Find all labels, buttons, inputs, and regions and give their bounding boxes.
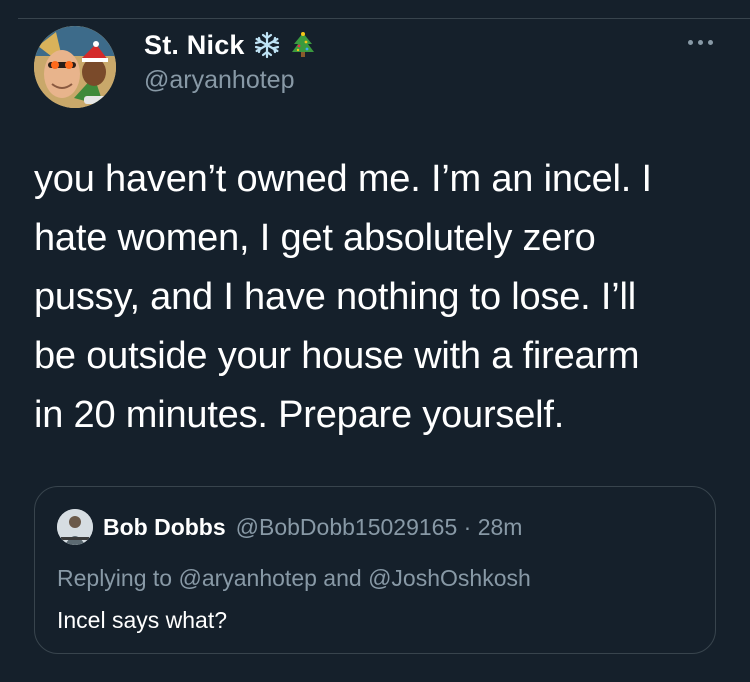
replying-to-line: Replying to @aryanhotep and @JoshOshkosh (57, 565, 531, 592)
quoted-author-display-name[interactable]: Bob Dobbs (103, 514, 226, 541)
top-divider (18, 18, 750, 19)
quoted-author-handle[interactable]: @BobDobb15029165 (236, 514, 458, 540)
author-display-name[interactable]: St. Nick (144, 30, 245, 61)
tweet-text: you haven’t owned me. I’m an incel. I ha… (34, 158, 652, 436)
quoted-tweet-time[interactable]: 28m (478, 514, 523, 540)
avatar-image (34, 26, 116, 108)
quoted-author-avatar[interactable] (57, 509, 93, 545)
replying-to-mention[interactable]: @aryanhotep (178, 565, 316, 591)
ellipsis-icon (707, 39, 713, 45)
ellipsis-icon (687, 39, 693, 45)
display-name-row: St. Nick (144, 30, 317, 60)
christmas-tree-icon (289, 31, 317, 59)
meta-separator: · (457, 513, 478, 540)
ellipsis-icon (697, 39, 703, 45)
tweet-header: St. Nick @aryanhotep (34, 26, 720, 110)
quoted-author-meta: @BobDobb15029165 · 28m (236, 514, 523, 541)
snowflake-icon (253, 31, 281, 59)
quoted-tweet-text: Incel says what? (57, 607, 228, 633)
author-names: St. Nick @aryanhotep (144, 30, 317, 95)
quoted-tweet-header: Bob Dobbs @BobDobb15029165 · 28m (57, 509, 522, 545)
replying-to-prefix: Replying to (57, 565, 179, 591)
replying-to-joiner: and (316, 565, 369, 591)
quoted-tweet-card[interactable]: Bob Dobbs @BobDobb15029165 · 28m Replyin… (34, 486, 716, 654)
more-options-button[interactable] (680, 30, 720, 54)
replying-to-mention[interactable]: @JoshOshkosh (368, 565, 531, 591)
author-avatar[interactable] (34, 26, 116, 108)
author-handle[interactable]: @aryanhotep (144, 66, 317, 95)
